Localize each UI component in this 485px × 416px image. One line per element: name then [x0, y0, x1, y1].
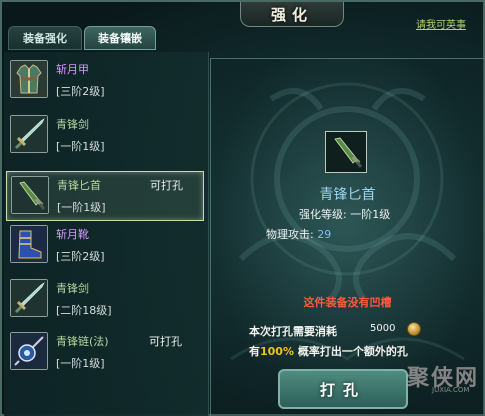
physical-attack: 物理攻击: 29	[266, 226, 331, 242]
punchable-tag: 可打孔	[149, 335, 182, 348]
item-level: [一阶1级]	[57, 201, 106, 214]
list-item-armor[interactable]: 斩月甲 [三阶2级]	[6, 56, 204, 106]
item-name: 斩月靴	[56, 228, 89, 241]
tab-equipment-enhance[interactable]: 装备强化	[8, 26, 82, 50]
strength-value: 一阶1级	[350, 208, 391, 221]
item-name: 斩月甲	[56, 63, 89, 76]
forge-window: 强化 请我可英事 装备强化 装备镶嵌 斩月甲 [三阶2级] 青锋剑 [一阶1级]…	[0, 0, 485, 416]
list-item-necklace[interactable]: 青锋链(法) 可打孔 [一阶1级]	[6, 328, 204, 378]
equipment-list: 斩月甲 [三阶2级] 青锋剑 [一阶1级] 青锋匕首 可打孔 [一阶1级] 斩月…	[4, 52, 209, 416]
item-level: [一阶1级]	[56, 357, 105, 370]
boots-icon	[10, 225, 48, 263]
selected-item-slot[interactable]	[325, 131, 367, 173]
item-name: 青锋链(法)	[56, 335, 109, 348]
sword-icon	[10, 279, 48, 317]
list-item-sword[interactable]: 青锋剑 [一阶1级]	[6, 111, 204, 161]
rate-prefix: 有	[249, 345, 260, 358]
punch-hole-button[interactable]: 打孔	[278, 369, 408, 409]
help-link[interactable]: 请我可英事	[416, 16, 466, 31]
rate-percent: 100%	[260, 345, 294, 358]
watermark-url: JUXIA.COM	[432, 386, 470, 394]
coin-icon	[407, 322, 421, 336]
dagger-icon	[11, 176, 49, 214]
strength-label: 强化等级:	[299, 208, 347, 221]
cost-value: 5000	[370, 323, 396, 334]
necklace-icon	[10, 332, 48, 370]
strength-level: 强化等级: 一阶1级	[299, 206, 390, 222]
list-item-boots[interactable]: 斩月靴 [三阶2级]	[6, 221, 204, 271]
tab-equipment-inlay[interactable]: 装备镶嵌	[84, 26, 156, 50]
item-level: [二阶18级]	[56, 304, 112, 317]
list-item-sword-2[interactable]: 青锋剑 [二阶18级]	[6, 275, 204, 325]
window-title: 强化	[270, 5, 313, 24]
armor-icon	[10, 60, 48, 98]
punchable-tag: 可打孔	[150, 179, 183, 192]
item-level: [三阶2级]	[56, 85, 105, 98]
window-title-plate: 强化	[240, 2, 344, 27]
dagger-icon	[326, 132, 366, 172]
attack-value: 29	[317, 228, 332, 241]
item-name: 青锋剑	[56, 282, 89, 295]
no-socket-warning: 这件装备没有凹槽	[303, 296, 392, 309]
cost-label: 本次打孔需要消耗	[249, 325, 337, 338]
rate-suffix: 概率打出一个额外的孔	[293, 345, 408, 358]
item-level: [一阶1级]	[56, 140, 105, 153]
item-name: 青锋匕首	[57, 179, 101, 192]
success-rate: 有100% 概率打出一个额外的孔	[249, 343, 408, 359]
item-level: [三阶2级]	[56, 250, 105, 263]
sword-icon	[10, 115, 48, 153]
attack-label: 物理攻击:	[266, 228, 314, 241]
item-name: 青锋剑	[56, 118, 89, 131]
selected-item-name: 青锋匕首	[319, 187, 376, 203]
list-item-dagger[interactable]: 青锋匕首 可打孔 [一阶1级]	[6, 171, 204, 221]
